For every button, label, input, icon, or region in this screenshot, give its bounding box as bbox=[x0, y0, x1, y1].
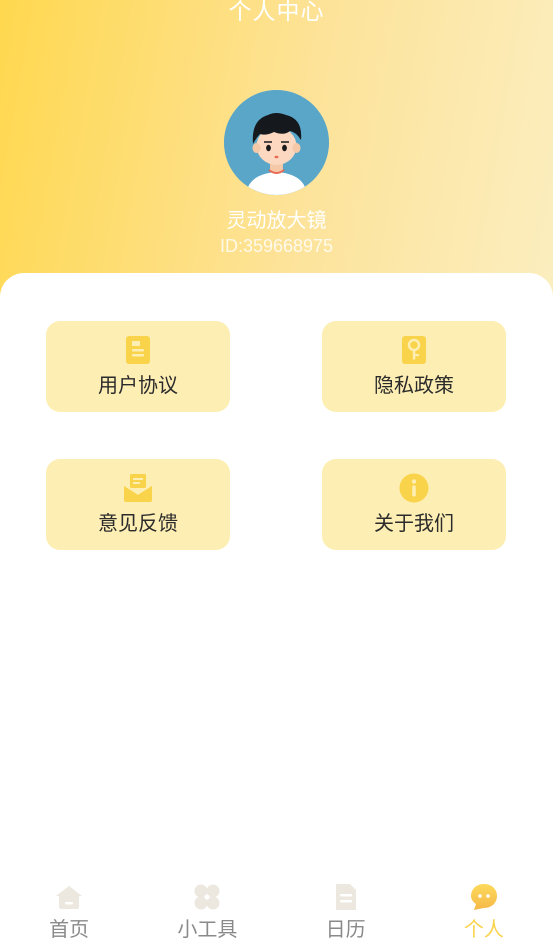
page-title: 个人中心 bbox=[228, 0, 325, 25]
document-icon bbox=[123, 335, 153, 365]
feedback-label: 意见反馈 bbox=[98, 511, 178, 535]
bottom-tab-bar: 首页 小工具 日历 个人 bbox=[0, 873, 553, 951]
chat-bubble-icon bbox=[470, 883, 498, 911]
tab-profile[interactable]: 个人 bbox=[415, 873, 553, 951]
calendar-doc-icon bbox=[332, 883, 360, 911]
tab-profile-label: 个人 bbox=[463, 917, 504, 941]
tab-home[interactable]: 首页 bbox=[0, 873, 138, 951]
tab-home-label: 首页 bbox=[49, 917, 90, 941]
info-icon bbox=[399, 473, 429, 503]
feedback-button[interactable]: 意见反馈 bbox=[46, 459, 230, 550]
avatar[interactable] bbox=[224, 90, 329, 195]
user-agreement-button[interactable]: 用户协议 bbox=[46, 321, 230, 412]
tab-tools-label: 小工具 bbox=[177, 917, 238, 941]
tools-icon bbox=[193, 883, 221, 911]
envelope-icon bbox=[123, 473, 153, 503]
privacy-policy-button[interactable]: 隐私政策 bbox=[322, 321, 506, 412]
tab-calendar-label: 日历 bbox=[325, 917, 366, 941]
home-icon bbox=[55, 883, 83, 911]
about-us-label: 关于我们 bbox=[374, 511, 454, 535]
profile-header: 个人中心 灵动放大镜 ID:359668975 bbox=[0, 0, 553, 320]
user-agreement-label: 用户协议 bbox=[98, 373, 178, 397]
key-icon bbox=[399, 335, 429, 365]
username: 灵动放大镜 bbox=[226, 208, 327, 232]
tab-calendar[interactable]: 日历 bbox=[277, 873, 415, 951]
about-us-button[interactable]: 关于我们 bbox=[322, 459, 506, 550]
tab-tools[interactable]: 小工具 bbox=[138, 873, 276, 951]
privacy-policy-label: 隐私政策 bbox=[374, 373, 454, 397]
avatar-illustration-icon bbox=[224, 90, 329, 195]
user-id: ID:359668975 bbox=[219, 236, 334, 256]
